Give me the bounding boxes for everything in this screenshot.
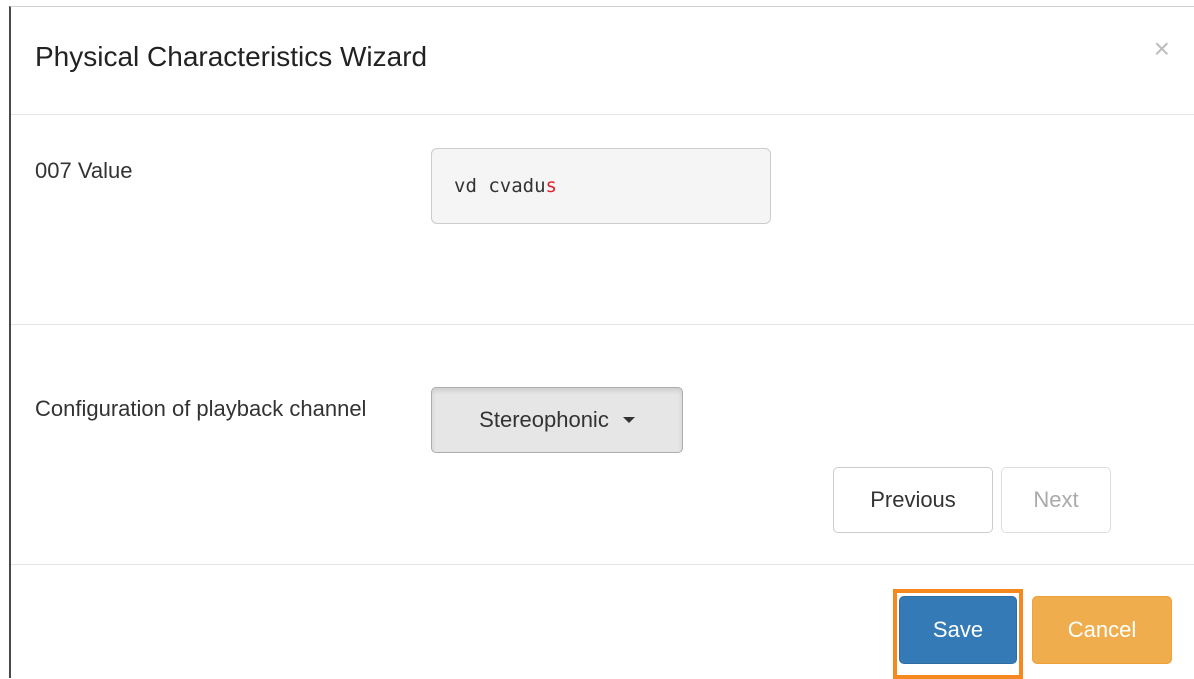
- wizard-modal: Physical Characteristics Wizard × 007 Va…: [9, 6, 1194, 679]
- close-icon[interactable]: ×: [1154, 35, 1170, 63]
- modal-header: Physical Characteristics Wizard ×: [11, 7, 1194, 115]
- field-row-007: 007 Value vd cvadus: [11, 115, 1194, 325]
- cancel-button[interactable]: Cancel: [1032, 596, 1172, 664]
- next-button[interactable]: Next: [1001, 467, 1111, 533]
- modal-footer: Save Cancel: [11, 565, 1194, 679]
- field-row-config: Configuration of playback channel Stereo…: [11, 325, 1194, 565]
- chevron-down-icon: [622, 417, 635, 423]
- dropdown-selected-value: Stereophonic: [479, 407, 609, 432]
- field-007-value-highlight: s: [545, 175, 557, 197]
- save-button[interactable]: Save: [899, 596, 1017, 664]
- previous-button[interactable]: Previous: [833, 467, 993, 533]
- field-007-value-box[interactable]: vd cvadus: [431, 148, 771, 224]
- config-field-label: Configuration of playback channel: [35, 396, 367, 421]
- playback-channel-dropdown[interactable]: Stereophonic: [431, 387, 683, 453]
- field-007-label: 007 Value: [35, 158, 133, 183]
- field-007-value-text: vd cvadu: [454, 175, 546, 197]
- modal-title: Physical Characteristics Wizard: [35, 41, 428, 72]
